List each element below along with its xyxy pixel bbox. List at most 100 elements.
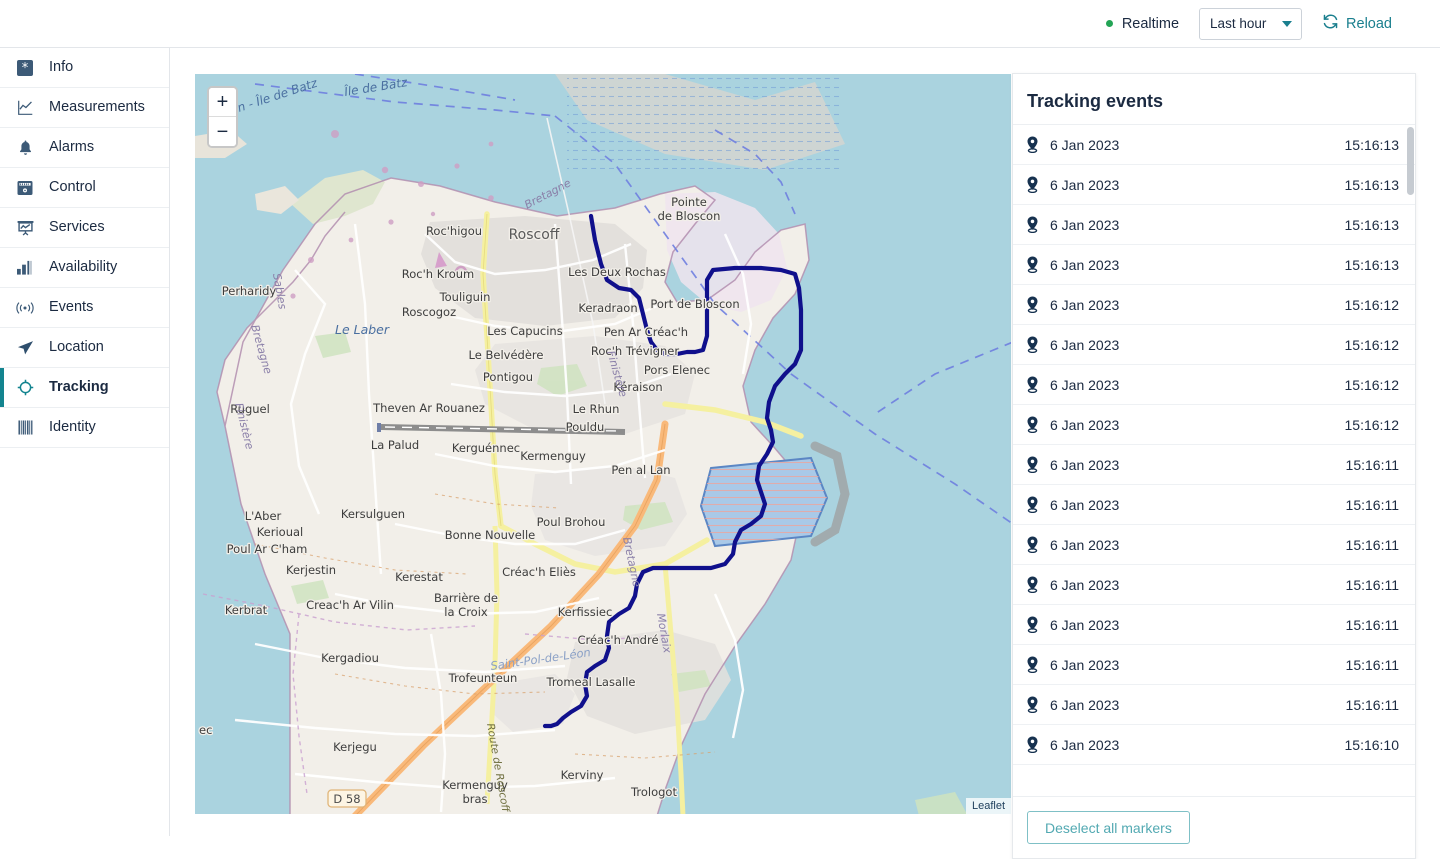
sidebar-item-control[interactable]: Control <box>0 168 169 208</box>
svg-text:Roscogoz: Roscogoz <box>402 305 456 319</box>
event-time: 15:16:13 <box>1344 176 1400 193</box>
tracking-event-row[interactable]: 6 Jan 2023 15:16:12 <box>1013 325 1415 365</box>
tracking-event-row[interactable]: 6 Jan 2023 15:16:12 <box>1013 365 1415 405</box>
svg-text:La Palud: La Palud <box>371 438 419 452</box>
event-date: 6 Jan 2023 <box>1050 496 1120 513</box>
svg-text:Kerguénnec: Kerguénnec <box>452 441 520 455</box>
svg-text:Port de Bloscon: Port de Bloscon <box>650 297 739 311</box>
svg-text:Roc'h Kroum: Roc'h Kroum <box>402 267 474 281</box>
tracking-event-row[interactable]: 6 Jan 2023 15:16:11 <box>1013 645 1415 685</box>
event-date: 6 Jan 2023 <box>1050 136 1120 153</box>
crosshair-icon <box>16 379 34 397</box>
event-time: 15:16:12 <box>1344 336 1400 353</box>
sidebar-item-identity[interactable]: Identity <box>0 408 169 448</box>
svg-text:Keradraon: Keradraon <box>578 301 637 315</box>
map-attribution[interactable]: Leaflet <box>965 798 1011 814</box>
realtime-label: Realtime <box>1121 15 1180 32</box>
bell-icon <box>16 139 34 157</box>
svg-text:Poul Brohou: Poul Brohou <box>537 515 606 529</box>
reload-label: Reload <box>1346 15 1392 32</box>
svg-text:la Croix: la Croix <box>444 605 488 619</box>
deselect-all-markers-button[interactable]: Deselect all markers <box>1027 811 1190 844</box>
svg-text:Theven Ar Rouanez: Theven Ar Rouanez <box>372 401 485 415</box>
event-time: 15:16:11 <box>1345 536 1399 553</box>
tracking-map[interactable]: Île de Batz n - Île de Batz Le Laber Poi… <box>194 73 1012 815</box>
location-pin-icon <box>1023 176 1041 193</box>
sidebar-item-availability[interactable]: Availability <box>0 248 169 288</box>
svg-text:Pontigou: Pontigou <box>483 370 533 384</box>
svg-text:Les Capucins: Les Capucins <box>487 324 562 338</box>
tracking-event-row[interactable]: 6 Jan 2023 15:16:13 <box>1013 205 1415 245</box>
events-scrollbar-thumb[interactable] <box>1407 127 1414 195</box>
tracking-events-panel: Tracking events 6 Jan 2023 15:16:13 6 Jan … <box>1012 73 1416 859</box>
location-pin-icon <box>1023 456 1041 473</box>
zoom-in-button[interactable]: + <box>209 88 236 117</box>
tracking-event-row[interactable]: 6 Jan 2023 15:16:13 <box>1013 165 1415 205</box>
tracking-event-row[interactable]: 6 Jan 2023 15:16:11 <box>1013 605 1415 645</box>
tracking-events-list[interactable]: 6 Jan 2023 15:16:13 6 Jan 2023 15:16:13 6 Ja… <box>1013 124 1415 796</box>
zoom-out-button[interactable]: − <box>209 117 236 146</box>
event-time: 15:16:11 <box>1345 456 1399 473</box>
event-time: 15:16:11 <box>1345 696 1399 713</box>
sidebar-item-label: Tracking <box>49 379 109 396</box>
sidebar-item-label: Info <box>49 59 74 76</box>
time-range-value: Last hour <box>1210 16 1267 31</box>
location-pin-icon <box>1023 336 1041 353</box>
location-pin-icon <box>1023 736 1041 753</box>
tracking-event-row[interactable]: 6 Jan 2023 15:16:13 <box>1013 125 1415 165</box>
svg-text:Bonne Nouvelle: Bonne Nouvelle <box>445 528 536 542</box>
location-pin-icon <box>1023 256 1041 273</box>
svg-text:Trologot: Trologot <box>630 785 677 799</box>
reload-button[interactable]: Reload <box>1322 13 1392 34</box>
tracking-event-row[interactable]: 6 Jan 2023 15:16:11 <box>1013 685 1415 725</box>
svg-text:Le Laber: Le Laber <box>335 322 390 337</box>
tracking-event-row[interactable]: 6 Jan 2023 15:16:11 <box>1013 485 1415 525</box>
sidebar-item-alarms[interactable]: Alarms <box>0 128 169 168</box>
svg-text:Kergadiou: Kergadiou <box>321 651 379 665</box>
sidebar-item-events[interactable]: Events <box>0 288 169 328</box>
sidebar-item-tracking[interactable]: Tracking <box>0 368 169 408</box>
location-pin-icon <box>1023 136 1041 153</box>
event-time: 15:16:13 <box>1344 216 1400 233</box>
event-time: 15:16:12 <box>1344 416 1400 433</box>
panel-title: Tracking events <box>1027 91 1164 111</box>
event-date: 6 Jan 2023 <box>1050 256 1120 273</box>
top-toolbar: Realtime Last hour Reload <box>0 0 1440 48</box>
svg-text:Trofeunteun: Trofeunteun <box>448 671 518 685</box>
svg-text:*: * <box>22 61 29 76</box>
svg-text:Les Deux Rochas: Les Deux Rochas <box>568 265 666 279</box>
tracking-event-row[interactable]: 6 Jan 2023 15:16:11 <box>1013 525 1415 565</box>
tracking-event-row[interactable]: 6 Jan 2023 15:16:11 <box>1013 445 1415 485</box>
events-scrollbar[interactable] <box>1407 125 1414 796</box>
svg-text:Kerbrat: Kerbrat <box>225 603 268 617</box>
sidebar-item-label: Control <box>49 179 96 196</box>
sidebar-item-services[interactable]: Services <box>0 208 169 248</box>
time-range-select[interactable]: Last hour <box>1199 7 1303 40</box>
event-date: 6 Jan 2023 <box>1050 656 1120 673</box>
sidebar-item-location[interactable]: Location <box>0 328 169 368</box>
event-date: 6 Jan 2023 <box>1050 456 1120 473</box>
sidebar-item-measurements[interactable]: Measurements <box>0 88 169 128</box>
sidebar-item-info[interactable]: * Info <box>0 48 169 88</box>
svg-text:Barrière de: Barrière de <box>434 591 498 605</box>
event-date: 6 Jan 2023 <box>1050 336 1120 353</box>
svg-text:Kersulguen: Kersulguen <box>341 507 405 521</box>
svg-text:Créac'h Eliès: Créac'h Eliès <box>502 565 576 579</box>
svg-text:Poul Ar C'ham: Poul Ar C'ham <box>227 542 308 556</box>
location-pin-icon <box>1023 656 1041 673</box>
tracking-event-row[interactable]: 6 Jan 2023 15:16:12 <box>1013 405 1415 445</box>
tracking-event-row[interactable]: 6 Jan 2023 15:16:10 <box>1013 725 1415 765</box>
svg-text:Roc'higou: Roc'higou <box>426 224 482 238</box>
sidebar-item-label: Events <box>49 299 94 316</box>
event-date: 6 Jan 2023 <box>1050 296 1120 313</box>
tracking-event-row[interactable]: 6 Jan 2023 15:16:13 <box>1013 245 1415 285</box>
tracking-event-row[interactable]: 6 Jan 2023 15:16:11 <box>1013 565 1415 605</box>
svg-text:Le Belvédère: Le Belvédère <box>469 348 544 362</box>
sidebar-item-label: Identity <box>49 419 96 436</box>
event-time: 15:16:11 <box>1345 616 1399 633</box>
event-date: 6 Jan 2023 <box>1050 376 1120 393</box>
map-zoom-controls[interactable]: + − <box>207 86 238 148</box>
tracking-event-row[interactable]: 6 Jan 2023 15:16:12 <box>1013 285 1415 325</box>
location-pin-icon <box>1023 496 1041 513</box>
svg-text:Kerjestin: Kerjestin <box>286 563 336 577</box>
